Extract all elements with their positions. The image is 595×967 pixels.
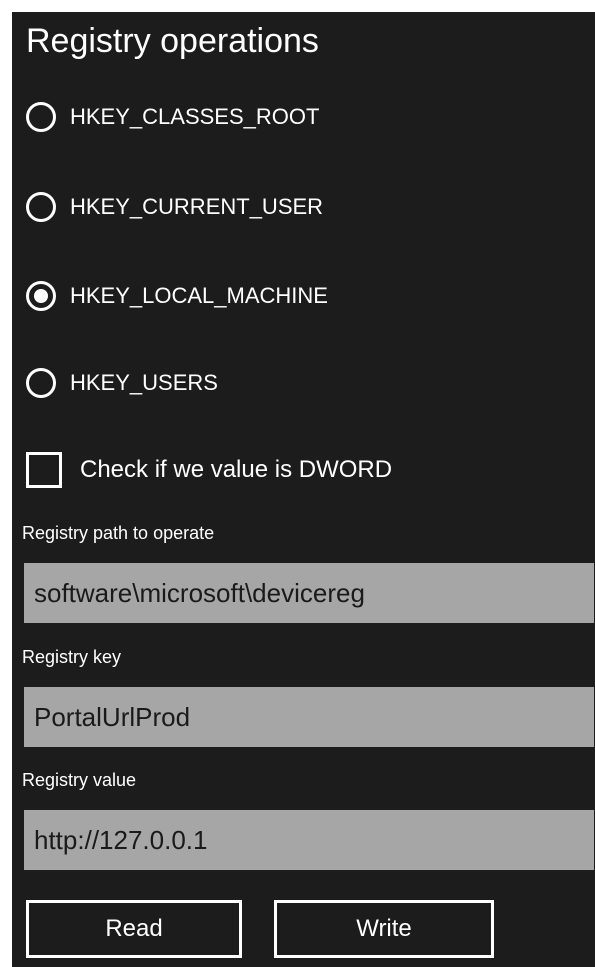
radio-button-icon[interactable] bbox=[26, 102, 56, 132]
radio-label: HKEY_CLASSES_ROOT bbox=[70, 104, 320, 129]
registry-key-input[interactable] bbox=[24, 687, 594, 747]
registry-value-input[interactable] bbox=[24, 810, 594, 870]
read-button[interactable]: Read bbox=[26, 900, 242, 958]
registry-value-label: Registry value bbox=[22, 770, 137, 790]
radio-button-icon[interactable] bbox=[26, 192, 56, 222]
dword-checkbox-row[interactable]: Check if we value is DWORD bbox=[26, 448, 392, 492]
write-button[interactable]: Write bbox=[274, 900, 494, 958]
registry-path-input[interactable] bbox=[24, 563, 594, 623]
radio-hkey-local-machine[interactable]: HKEY_LOCAL_MACHINE bbox=[26, 273, 328, 319]
registry-operations-screen: Registry operations HKEY_CLASSES_ROOT HK… bbox=[12, 12, 595, 967]
radio-label: HKEY_CURRENT_USER bbox=[70, 194, 324, 219]
radio-label: HKEY_LOCAL_MACHINE bbox=[70, 283, 328, 308]
registry-key-label: Registry key bbox=[22, 647, 122, 667]
radio-button-icon[interactable] bbox=[26, 281, 56, 311]
radio-hkey-users[interactable]: HKEY_USERS bbox=[26, 360, 218, 406]
registry-path-label: Registry path to operate bbox=[22, 523, 215, 543]
dword-checkbox[interactable] bbox=[26, 452, 62, 488]
page-title: Registry operations bbox=[26, 22, 319, 60]
radio-button-icon[interactable] bbox=[26, 368, 56, 398]
radio-label: HKEY_USERS bbox=[70, 370, 218, 395]
radio-selected-dot bbox=[34, 289, 48, 303]
radio-hkey-classes-root[interactable]: HKEY_CLASSES_ROOT bbox=[26, 94, 319, 140]
dword-checkbox-label: Check if we value is DWORD bbox=[80, 456, 393, 483]
radio-hkey-current-user[interactable]: HKEY_CURRENT_USER bbox=[26, 184, 323, 230]
